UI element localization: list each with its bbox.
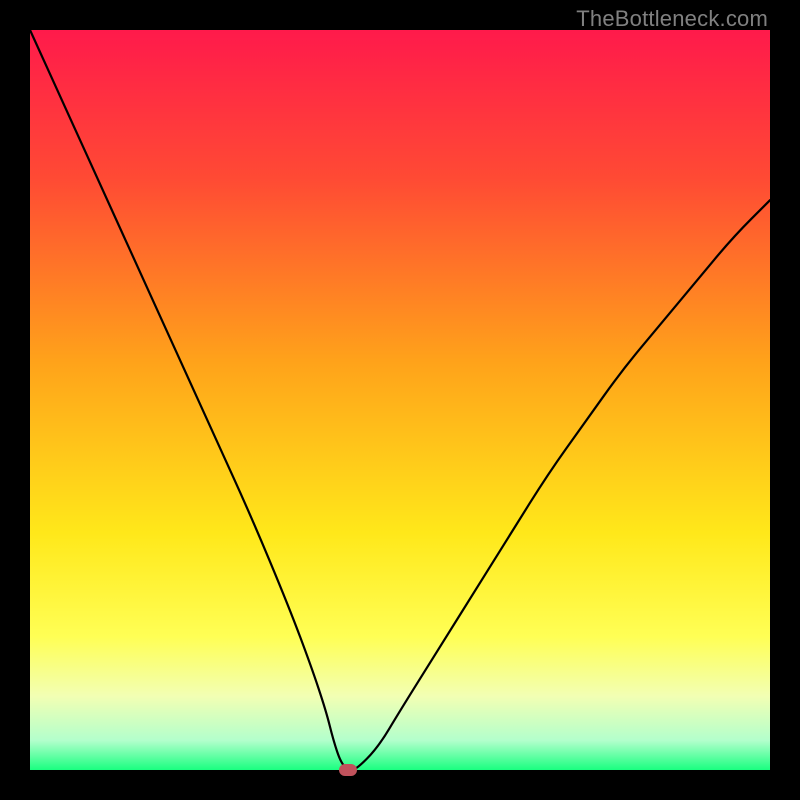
curve-svg (30, 30, 770, 770)
bottleneck-curve (30, 30, 770, 770)
watermark-text: TheBottleneck.com (576, 6, 768, 32)
plot-area (30, 30, 770, 770)
chart-frame: TheBottleneck.com (0, 0, 800, 800)
optimal-point-marker (339, 764, 357, 776)
